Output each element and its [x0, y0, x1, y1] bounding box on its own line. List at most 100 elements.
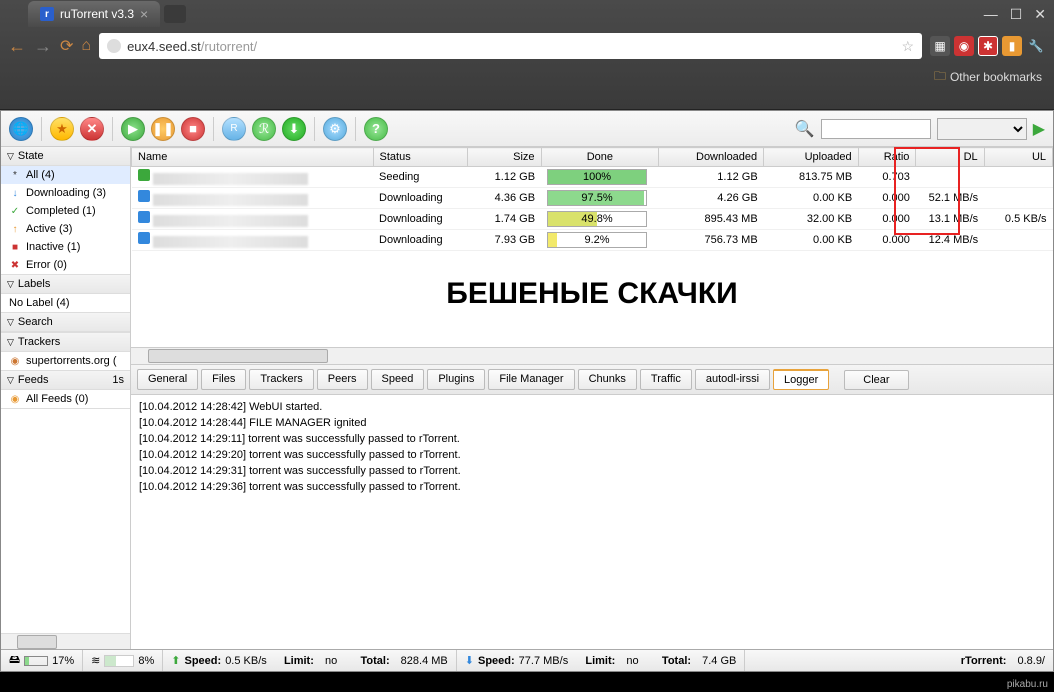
col-dl[interactable]: DL — [916, 148, 984, 167]
torrent-row[interactable]: Downloading 7.93 GB 9.2% 756.73 MB 0.00 … — [132, 230, 1053, 251]
detail-tab-general[interactable]: General — [137, 369, 198, 390]
search-input[interactable] — [821, 119, 931, 139]
tab-bar: r ruTorrent v3.3 × — [0, 0, 1054, 28]
browser-chrome: — ☐ ✕ r ruTorrent v3.3 × ← → ⟳ ⌂ eux4.se… — [0, 0, 1054, 110]
grid-scrollbar[interactable] — [131, 347, 1053, 364]
extension-icons: ▦ ◉ ✱ ▮ 🔧 — [930, 36, 1046, 56]
search-engine-select[interactable] — [937, 118, 1027, 140]
search-icon: 🔍 — [795, 119, 815, 139]
detail-tab-chunks[interactable]: Chunks — [578, 369, 637, 390]
torrent-row[interactable]: Downloading 4.36 GB 97.5% 4.26 GB 0.00 K… — [132, 188, 1053, 209]
folder-icon: 🗀 — [934, 67, 946, 88]
sidebar-tracker-item-0[interactable]: ◉supertorrents.org ( — [1, 352, 130, 370]
rss-manager-button[interactable]: ℛ — [252, 117, 276, 141]
sidebar-header-state[interactable]: ▽State — [1, 147, 130, 166]
detail-tab-files[interactable]: Files — [201, 369, 246, 390]
col-ul[interactable]: UL — [984, 148, 1052, 167]
sidebar-state-item-5[interactable]: ✖Error (0) — [1, 256, 130, 274]
remove-button[interactable]: ✕ — [80, 117, 104, 141]
torrent-row[interactable]: Downloading 1.74 GB 49.8% 895.43 MB 32.0… — [132, 209, 1053, 230]
pause-button[interactable]: ❚❚ — [151, 117, 175, 141]
mem-usage[interactable]: ≋ 8% — [83, 650, 163, 671]
col-downloaded[interactable]: Downloaded — [659, 148, 764, 167]
bookmark-star-icon[interactable]: ☆ — [901, 38, 914, 55]
sidebar-state-item-1[interactable]: ↓Downloading (3) — [1, 184, 130, 202]
new-tab-button[interactable] — [164, 5, 186, 23]
minimize-icon[interactable]: — — [984, 6, 998, 23]
disk-icon: 🖴 — [9, 651, 20, 670]
upload-icon: ⬆ — [171, 654, 180, 667]
sidebar-header-search[interactable]: ▽Search — [1, 313, 130, 332]
url-bar[interactable]: eux4.seed.st/rutorrent/ ☆ — [99, 33, 922, 59]
bookmarks-label: Other bookmarks — [950, 70, 1042, 84]
torrent-grid: Name Status Size Done Downloaded Uploade… — [131, 147, 1053, 347]
download-button[interactable]: ⬇ — [282, 117, 306, 141]
clear-log-button[interactable]: Clear — [844, 370, 908, 390]
detail-tabs: GeneralFilesTrackersPeersSpeedPluginsFil… — [131, 364, 1053, 395]
detail-tab-logger[interactable]: Logger — [773, 369, 829, 390]
col-done[interactable]: Done — [541, 148, 659, 167]
toolbar: 🌐 ★ ✕ ▶ ❚❚ ■ R ℛ ⬇ ⚙ ? 🔍 ▶ — [1, 111, 1053, 147]
sidebar-tracker-item-icon: ◉ — [9, 355, 21, 367]
sidebar-state-item-2[interactable]: ✓Completed (1) — [1, 202, 130, 220]
upload-stats: ⬆ Speed:0.5 KB/s Limit: no Total: 828.4 … — [163, 650, 456, 671]
sidebar-state-item-0[interactable]: *All (4) — [1, 166, 130, 184]
sidebar-label-item-0[interactable]: No Label (4) — [1, 294, 130, 312]
sidebar-state-item-3[interactable]: ↑Active (3) — [1, 220, 130, 238]
help-button[interactable]: ? — [364, 117, 388, 141]
detail-tab-autodl-irssi[interactable]: autodl-irssi — [695, 369, 770, 390]
sidebar-state-item-4[interactable]: ■Inactive (1) — [1, 238, 130, 256]
create-button[interactable]: ★ — [50, 117, 74, 141]
wrench-icon[interactable]: 🔧 — [1026, 36, 1046, 56]
forward-button[interactable]: → — [34, 36, 52, 57]
tab-close-icon[interactable]: × — [140, 6, 148, 22]
progress-bar: 49.8% — [547, 211, 647, 227]
sidebar-scrollbar[interactable] — [1, 633, 130, 649]
download-icon — [138, 232, 150, 244]
ext-icon-3[interactable]: ✱ — [978, 36, 998, 56]
col-ratio[interactable]: Ratio — [858, 148, 916, 167]
sidebar-header-trackers[interactable]: ▽Trackers — [1, 333, 130, 352]
rss-button[interactable]: R — [222, 117, 246, 141]
maximize-icon[interactable]: ☐ — [1010, 6, 1023, 23]
sidebar-feed-item-0[interactable]: ◉All Feeds (0) — [1, 390, 130, 408]
browser-tab[interactable]: r ruTorrent v3.3 × — [28, 1, 160, 27]
torrent-row[interactable]: Seeding 1.12 GB 100% 1.12 GB 813.75 MB 0… — [132, 167, 1053, 188]
detail-tab-file-manager[interactable]: File Manager — [488, 369, 574, 390]
disk-usage[interactable]: 🖴 17% — [1, 650, 83, 671]
detail-tab-trackers[interactable]: Trackers — [249, 369, 313, 390]
col-size[interactable]: Size — [468, 148, 542, 167]
detail-tab-traffic[interactable]: Traffic — [640, 369, 692, 390]
col-uploaded[interactable]: Uploaded — [764, 148, 859, 167]
ext-icon-1[interactable]: ▦ — [930, 36, 950, 56]
close-icon[interactable]: ✕ — [1034, 6, 1046, 23]
home-button[interactable]: ⌂ — [81, 37, 91, 55]
reload-button[interactable]: ⟳ — [60, 36, 73, 56]
detail-tab-speed[interactable]: Speed — [371, 369, 425, 390]
log-line: [10.04.2012 14:29:31] torrent was succes… — [139, 463, 1045, 479]
start-button[interactable]: ▶ — [121, 117, 145, 141]
log-line: [10.04.2012 14:29:36] torrent was succes… — [139, 479, 1045, 495]
detail-tab-plugins[interactable]: Plugins — [427, 369, 485, 390]
sidebar-header-labels[interactable]: ▽Labels — [1, 275, 130, 294]
ext-icon-2[interactable]: ◉ — [954, 36, 974, 56]
log-panel: [10.04.2012 14:28:42] WebUI started.[10.… — [131, 395, 1053, 649]
add-url-button[interactable]: 🌐 — [9, 117, 33, 141]
detail-tab-peers[interactable]: Peers — [317, 369, 368, 390]
nav-bar: ← → ⟳ ⌂ eux4.seed.st/rutorrent/ ☆ ▦ ◉ ✱ … — [0, 28, 1054, 64]
progress-bar: 9.2% — [547, 232, 647, 248]
other-bookmarks-button[interactable]: 🗀 Other bookmarks — [934, 67, 1042, 88]
col-status[interactable]: Status — [373, 148, 468, 167]
client-version: rTorrent: 0.8.9/ — [953, 650, 1053, 671]
search-go-button[interactable]: ▶ — [1033, 119, 1045, 139]
sidebar-header-feeds[interactable]: ▽Feeds1s — [1, 371, 130, 390]
download-icon — [138, 211, 150, 223]
sidebar: ▽State *All (4)↓Downloading (3)✓Complete… — [1, 147, 131, 649]
stop-button[interactable]: ■ — [181, 117, 205, 141]
settings-button[interactable]: ⚙ — [323, 117, 347, 141]
col-name[interactable]: Name — [132, 148, 374, 167]
sidebar-state-item-icon: ↓ — [9, 187, 21, 199]
back-button[interactable]: ← — [8, 36, 26, 57]
ext-icon-4[interactable]: ▮ — [1002, 36, 1022, 56]
watermark: pikabu.ru — [1007, 679, 1048, 690]
